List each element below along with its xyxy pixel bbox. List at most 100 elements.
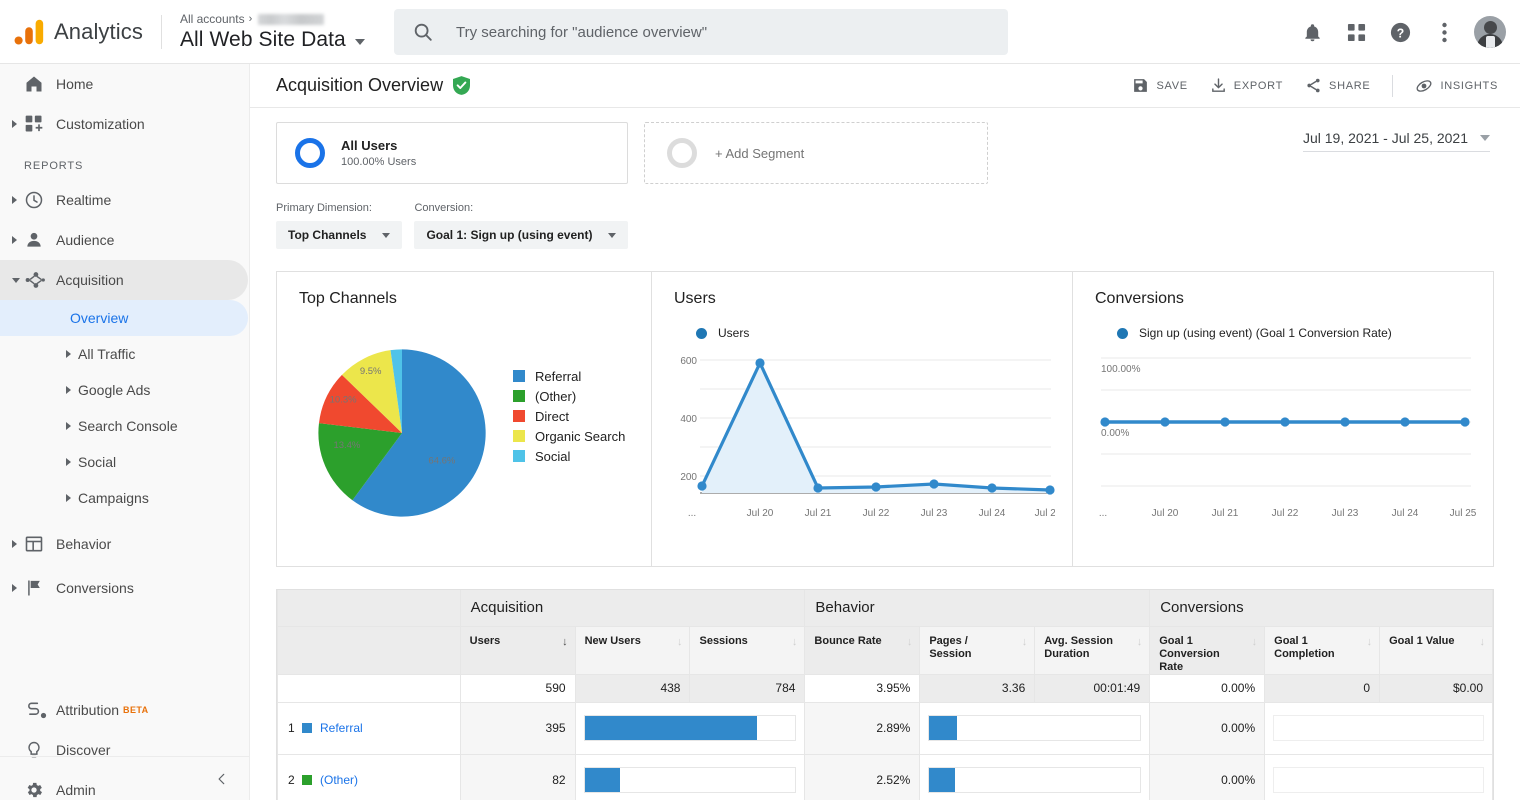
search-input[interactable]: Try searching for "audience overview" [394,9,1008,55]
attribution-icon [24,699,47,721]
chevron-right-icon [12,120,17,128]
avatar[interactable] [1474,16,1506,48]
row-channel-cell[interactable]: 1 Referral [277,701,461,755]
row-bounce-rate: 2.89% [804,701,921,755]
row-channel-cell[interactable]: 2 (Other) [277,753,461,800]
notifications-bell-icon[interactable] [1290,10,1334,54]
chevron-right-icon [12,540,17,548]
export-icon [1211,78,1225,92]
sidebar-item-audience[interactable]: Audience [0,220,249,260]
charts-panel: Top Channels 64.6% 13.4% 10.3% 9.5% Refe… [276,271,1494,567]
account-name[interactable]: All Web Site Data [180,28,365,52]
sidebar-item-label: Realtime [56,192,112,208]
chevron-right-icon [12,196,17,204]
sort-arrow-icon: ↓ [1366,635,1373,648]
export-button[interactable]: EXPORT [1210,77,1283,94]
total-goal1-completion: 0 [1264,673,1381,703]
conversion-select[interactable]: Goal 1: Sign up (using event) [414,221,629,249]
sort-arrow-icon: ↓ [791,635,798,648]
users-legend[interactable]: Users [696,326,1072,340]
legend-item[interactable]: Direct [513,406,625,426]
legend-item[interactable]: Referral [513,366,625,386]
header-label: Users [469,634,501,647]
row-channel-link[interactable]: Referral [320,721,363,735]
sidebar-collapse-button[interactable] [0,756,249,800]
primary-dimension-block: Primary Dimension: Top Channels [276,202,403,249]
chevron-right-icon [66,386,71,394]
save-button[interactable]: SAVE [1132,77,1187,94]
total-sessions: 784 [689,673,806,703]
legend-swatch-direct [513,410,525,422]
account-selector[interactable]: All accounts › All Web Site Data [180,11,365,52]
sidebar-item-google-ads[interactable]: Google Ads [0,372,249,408]
x-tick: Jul 25 [1035,508,1055,519]
sidebar-item-campaigns[interactable]: Campaigns [0,480,249,516]
x-tick: Jul 22 [863,508,890,519]
sidebar-item-social[interactable]: Social [0,444,249,480]
help-icon[interactable]: ? [1378,10,1422,54]
sidebar-item-attribution[interactable]: Attribution BETA [0,690,249,730]
sidebar-item-conversions[interactable]: Conversions [0,568,249,608]
sidebar-item-acquisition[interactable]: Acquisition [0,260,248,300]
primary-dimension-select[interactable]: Top Channels [276,221,403,249]
row-channel-link[interactable]: (Other) [320,773,358,787]
users-area-chart[interactable]: 600 400 200 ... Jul 20 Jul 21 Jul 22 Jul… [670,348,1061,538]
header-pages-per-session[interactable]: Pages / Session ↓ [919,625,1036,675]
more-options-icon[interactable] [1422,10,1466,54]
y-tick: 400 [680,414,697,425]
apps-grid-icon[interactable] [1334,10,1378,54]
header-users[interactable]: Users ↓ [459,625,576,675]
group-acquisition: Acquisition [459,590,806,627]
sidebar-item-label: Home [56,76,94,92]
legend-swatch-organic-search [513,430,525,442]
y-tick: 600 [680,356,697,367]
table-row[interactable]: 1 Referral 395 2.89% 0.00% [277,701,1493,755]
segment-ring-icon [295,138,325,168]
segment-all-users[interactable]: All Users 100.00% Users [276,122,628,184]
sidebar-item-all-traffic[interactable]: All Traffic [0,336,249,372]
conversions-legend[interactable]: Sign up (using event) (Goal 1 Conversion… [1117,326,1493,340]
share-button[interactable]: SHARE [1305,77,1370,94]
header-goal1-conversion-rate[interactable]: Goal 1 Conversion Rate ↓ [1149,625,1266,675]
header-sessions[interactable]: Sessions ↓ [689,625,806,675]
legend-item[interactable]: Organic Search [513,426,625,446]
legend-item[interactable]: Social [513,446,625,466]
insights-button[interactable]: INSIGHTS [1415,77,1498,95]
green-shield-check-icon [453,76,471,95]
sidebar-item-overview[interactable]: Overview [0,300,248,336]
search-placeholder: Try searching for "audience overview" [456,23,708,41]
share-icon [1307,78,1320,93]
legend-dot [696,327,707,339]
legend-item[interactable]: (Other) [513,386,625,406]
sidebar-item-realtime[interactable]: Realtime [0,180,249,220]
total-bounce-rate: 3.95% [804,673,921,703]
breadcrumb[interactable]: All accounts › [180,11,365,27]
total-new-users: 438 [574,673,691,703]
header-goal1-completion[interactable]: Goal 1 Completion ↓ [1264,625,1381,675]
date-range-picker[interactable]: Jul 19, 2021 - Jul 25, 2021 [1302,130,1490,152]
conversions-chart: Conversions Sign up (using event) (Goal … [1072,272,1493,566]
breadcrumb-all-accounts[interactable]: All accounts [180,12,245,26]
group-behavior: Behavior [804,590,1151,627]
sidebar-item-search-console[interactable]: Search Console [0,408,249,444]
legend-dot [1117,327,1128,339]
header-label: Bounce Rate [814,634,882,647]
row-color-swatch [302,723,312,733]
header-avg-session-duration[interactable]: Avg. Session Duration ↓ [1034,625,1151,675]
sidebar-item-label: Attribution [56,702,120,718]
header-bounce-rate[interactable]: Bounce Rate ↓ [804,625,921,675]
header-goal1-value[interactable]: Goal 1 Value ↓ [1379,625,1493,675]
sidebar-item-home[interactable]: Home [0,64,249,104]
header-new-users[interactable]: New Users ↓ [574,625,691,675]
table-row[interactable]: 2 (Other) 82 2.52% 0.00% [277,753,1493,800]
conversions-line-chart[interactable]: 100.00% 0.00% ... Jul 20 Jul 21 Jul 22 J… [1091,348,1477,538]
sidebar-item-behavior[interactable]: Behavior [0,524,249,564]
add-segment-button[interactable]: + Add Segment [644,122,988,184]
pie-chart[interactable]: 64.6% 13.4% 10.3% 9.5% [307,338,497,528]
chevron-right-icon [12,584,17,592]
x-tick: Jul 22 [1272,508,1299,519]
row-index: 2 [288,773,295,787]
y-tick: 100.00% [1101,364,1141,375]
sidebar-item-customization[interactable]: Customization [0,104,249,144]
sort-arrow-icon: ↓ [676,635,683,648]
